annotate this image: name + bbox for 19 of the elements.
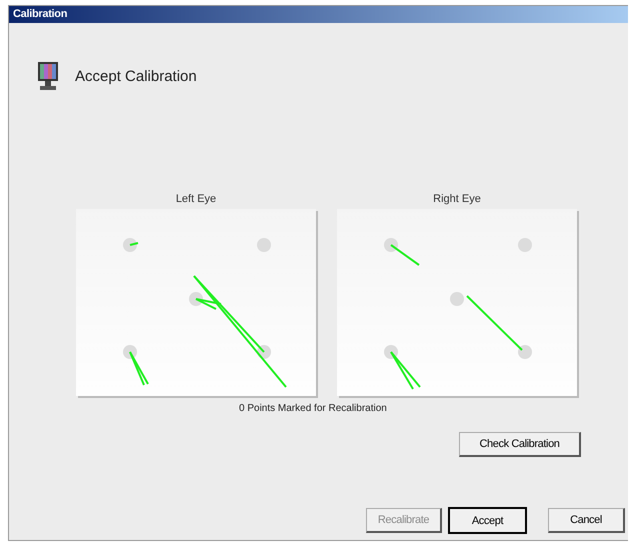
- eye-label: Left Eye: [176, 193, 216, 207]
- eye-label: Right Eye: [433, 193, 481, 207]
- calibration-point: [384, 238, 398, 252]
- calibration-point: [123, 238, 137, 252]
- calibration-point: [189, 292, 203, 306]
- calibration-point: [450, 292, 464, 306]
- calibration-point: [518, 345, 532, 359]
- window-title: Calibration: [9, 6, 628, 23]
- status-text: 0 Points Marked for Recalibration: [239, 403, 388, 414]
- calibration-point: [257, 238, 271, 252]
- dialog-button[interactable]: Accept: [449, 508, 526, 533]
- calibration-point: [384, 345, 398, 359]
- calibration-point: [123, 345, 137, 359]
- dialog-heading: Accept Calibration: [75, 68, 197, 84]
- check-calibration-button[interactable]: Check Calibration: [459, 432, 581, 457]
- monitor-icon: [37, 61, 59, 91]
- dialog-button[interactable]: Cancel: [548, 508, 625, 533]
- calibration-point: [257, 345, 271, 359]
- calibration-point: [518, 238, 532, 252]
